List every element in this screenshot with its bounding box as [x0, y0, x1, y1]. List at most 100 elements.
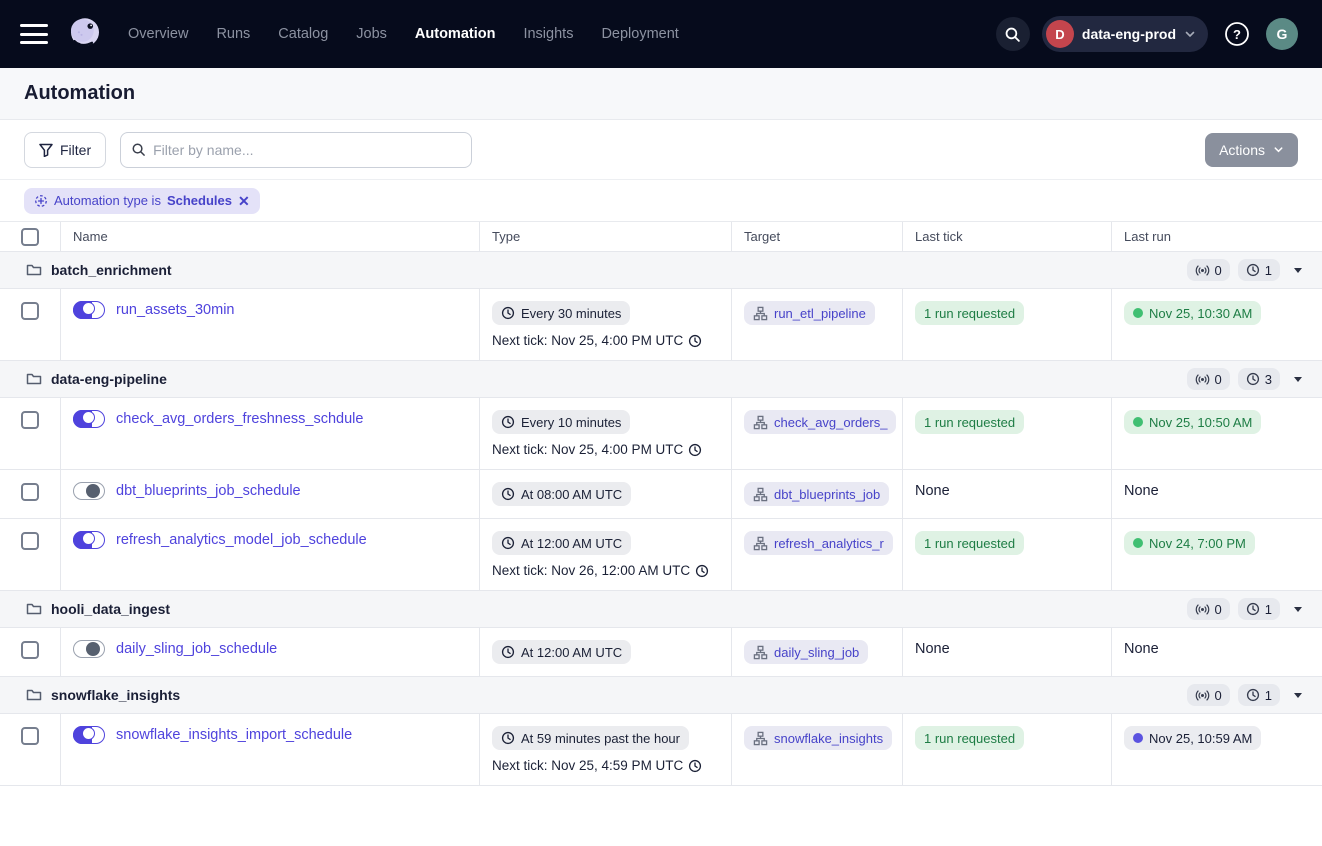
automation-type-icon [34, 194, 48, 208]
target-link[interactable]: check_avg_orders_ [744, 410, 896, 434]
active-filters: Automation type is Schedules ✕ [0, 180, 1322, 222]
workspace-name: data-eng-prod [1082, 26, 1176, 42]
last-run-link[interactable]: Nov 24, 7:00 PM [1124, 531, 1255, 555]
schedule-name-link[interactable]: dbt_blueprints_job_schedule [116, 483, 301, 499]
help-icon[interactable]: ? [1220, 17, 1254, 51]
svg-text:?: ? [1233, 27, 1241, 42]
row-checkbox[interactable] [21, 483, 39, 501]
row-checkbox[interactable] [21, 641, 39, 659]
target-link[interactable]: dbt_blueprints_job [744, 482, 889, 506]
nav-item-automation[interactable]: Automation [415, 26, 496, 42]
schedule-name-link[interactable]: check_avg_orders_freshness_schdule [116, 411, 363, 427]
folder-icon [26, 262, 42, 278]
chevron-down-icon [1184, 28, 1196, 40]
sensor-icon [1195, 373, 1210, 386]
next-tick: Next tick: Nov 25, 4:00 PM UTC [492, 333, 702, 348]
nav-item-jobs[interactable]: Jobs [356, 26, 387, 42]
group-name: snowflake_insights [51, 687, 180, 703]
funnel-icon [39, 143, 53, 157]
last-tick-status: 1 run requested [915, 531, 1024, 555]
collapse-group-icon[interactable] [1294, 268, 1302, 273]
row-checkbox[interactable] [21, 532, 39, 550]
nav-item-deployment[interactable]: Deployment [601, 26, 678, 42]
target-link[interactable]: daily_sling_job [744, 640, 868, 664]
search-icon [131, 142, 146, 157]
schedule-type-pill: At 59 minutes past the hour [492, 726, 689, 750]
group-name: hooli_data_ingest [51, 601, 170, 617]
schedule-count-badge: 1 [1238, 598, 1280, 620]
last-run-none: None [1124, 640, 1159, 657]
actions-button[interactable]: Actions [1205, 133, 1298, 167]
target-link[interactable]: snowflake_insights [744, 726, 892, 750]
target-link[interactable]: run_etl_pipeline [744, 301, 875, 325]
table-body: batch_enrichment 01run_assets_30minEvery… [0, 252, 1322, 786]
group-row: data-eng-pipeline 03 [0, 361, 1322, 398]
sensor-icon [1195, 264, 1210, 277]
row-checkbox[interactable] [21, 727, 39, 745]
search-icon[interactable] [996, 17, 1030, 51]
schedule-toggle[interactable] [73, 640, 105, 658]
filter-chip-automation-type[interactable]: Automation type is Schedules ✕ [24, 188, 260, 214]
nav-item-runs[interactable]: Runs [216, 26, 250, 42]
primary-nav: Overview Runs Catalog Jobs Automation Insight… [128, 26, 679, 42]
schedule-name-link[interactable]: refresh_analytics_model_job_schedule [116, 532, 367, 548]
collapse-group-icon[interactable] [1294, 693, 1302, 698]
schedule-name-link[interactable]: snowflake_insights_import_schedule [116, 727, 352, 743]
group-name: batch_enrichment [51, 262, 172, 278]
last-run-link[interactable]: Nov 25, 10:50 AM [1124, 410, 1261, 434]
schedule-row: dbt_blueprints_job_scheduleAt 08:00 AM U… [0, 470, 1322, 519]
last-tick-status: 1 run requested [915, 301, 1024, 325]
chevron-down-icon [1273, 144, 1284, 155]
menu-icon[interactable] [20, 24, 48, 44]
sensor-count-badge: 0 [1187, 259, 1230, 281]
collapse-group-icon[interactable] [1294, 607, 1302, 612]
schedule-row: snowflake_insights_import_schedule At 59 … [0, 714, 1322, 786]
last-run-link[interactable]: Nov 25, 10:30 AM [1124, 301, 1261, 325]
schedule-toggle[interactable] [73, 410, 105, 428]
schedule-toggle[interactable] [73, 301, 105, 319]
clock-icon [501, 415, 515, 429]
clock-icon [501, 645, 515, 659]
sensor-icon [1195, 689, 1210, 702]
row-checkbox[interactable] [21, 411, 39, 429]
schedule-toggle[interactable] [73, 531, 105, 549]
run-status-dot [1133, 308, 1143, 318]
filter-button[interactable]: Filter [24, 132, 106, 168]
next-tick: Next tick: Nov 25, 4:59 PM UTC [492, 758, 702, 773]
schedule-toggle[interactable] [73, 726, 105, 744]
schedule-name-link[interactable]: run_assets_30min [116, 302, 235, 318]
dagster-logo[interactable] [64, 13, 106, 55]
next-tick: Next tick: Nov 26, 12:00 AM UTC [492, 563, 709, 578]
job-graph-icon [753, 415, 768, 430]
nav-item-catalog[interactable]: Catalog [278, 26, 328, 42]
schedule-row: check_avg_orders_freshness_schduleEvery … [0, 398, 1322, 470]
group-row: snowflake_insights 01 [0, 677, 1322, 714]
clock-icon [501, 731, 515, 745]
nav-item-overview[interactable]: Overview [128, 26, 188, 42]
target-link[interactable]: refresh_analytics_r [744, 531, 893, 555]
schedule-row: run_assets_30minEvery 30 minutesNext tic… [0, 289, 1322, 361]
clock-icon [695, 564, 709, 578]
sensor-count-badge: 0 [1187, 598, 1230, 620]
search-input[interactable] [120, 132, 472, 168]
folder-icon [26, 601, 42, 617]
run-status-dot [1133, 417, 1143, 427]
clock-icon [501, 487, 515, 501]
last-tick-status: 1 run requested [915, 410, 1024, 434]
column-header-last-run: Last run [1112, 222, 1322, 251]
clock-icon [1246, 263, 1260, 277]
workspace-switcher[interactable]: D data-eng-prod [1042, 16, 1208, 52]
close-icon[interactable]: ✕ [238, 194, 250, 208]
last-run-link[interactable]: Nov 25, 10:59 AM [1124, 726, 1261, 750]
schedule-count-badge: 1 [1238, 684, 1280, 706]
schedule-name-link[interactable]: daily_sling_job_schedule [116, 641, 277, 657]
collapse-group-icon[interactable] [1294, 377, 1302, 382]
nav-item-insights[interactable]: Insights [523, 26, 573, 42]
user-avatar[interactable]: G [1266, 18, 1298, 50]
select-all-checkbox[interactable] [21, 228, 39, 246]
clock-icon [1246, 688, 1260, 702]
row-checkbox[interactable] [21, 302, 39, 320]
run-status-dot [1133, 733, 1143, 743]
schedule-toggle[interactable] [73, 482, 105, 500]
folder-icon [26, 371, 42, 387]
